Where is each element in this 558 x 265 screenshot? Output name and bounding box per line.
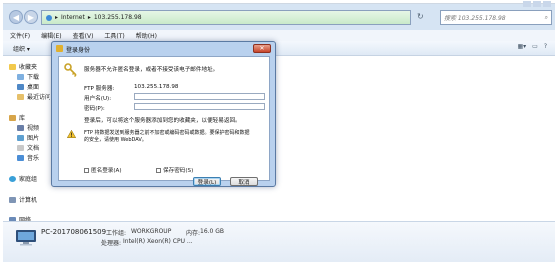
help-icon[interactable]: ? xyxy=(544,43,547,50)
checkbox-box[interactable] xyxy=(156,167,161,173)
address-bar[interactable]: ▸ Internet ▸ 103.255.178.98 xyxy=(41,10,411,25)
sidebar-item-desktop[interactable]: 桌面 xyxy=(17,82,39,91)
username-label: 用户名(U): xyxy=(84,96,112,102)
save-password-checkbox[interactable]: 保存密码(S) xyxy=(156,166,193,174)
password-label: 密码(P): xyxy=(84,106,105,112)
menu-bar: 文件(F) 编辑(E) 查看(V) 工具(T) 帮助(H) xyxy=(3,30,555,41)
sidebar-item-libraries[interactable]: 库 xyxy=(9,113,25,122)
star-icon xyxy=(9,63,16,70)
menu-edit[interactable]: 编辑(E) xyxy=(41,31,61,40)
sidebar-item-label: 计算机 xyxy=(19,197,38,204)
forward-button[interactable]: ▶ xyxy=(24,10,38,24)
processor-label: 处理器: xyxy=(101,240,122,247)
search-input[interactable]: 搜索 103.255.178.98 ⌕ xyxy=(440,10,552,25)
computer-icon xyxy=(9,196,16,203)
computer-name: PC-201708061509 xyxy=(41,228,107,236)
dialog-title: 登录身份 xyxy=(66,47,91,54)
sidebar-item-label: 收藏夹 xyxy=(19,64,38,71)
library-icon xyxy=(9,114,16,121)
password-input[interactable] xyxy=(134,103,265,110)
sidebar-item-favorites[interactable]: 收藏夹 xyxy=(9,62,37,71)
refresh-button[interactable]: ↻ xyxy=(417,12,424,21)
dialog-body: 服务器不允许匿名登录，或者不接受该电子邮件地址。 FTP 服务器: 103.25… xyxy=(58,56,270,186)
download-folder-icon xyxy=(17,73,24,80)
warning-text-line1: FTP 将数据发送到服务器之前不加密或编码密码或数据。要保护密码和数据 xyxy=(84,130,250,136)
homegroup-icon xyxy=(9,175,16,182)
checkbox-box[interactable] xyxy=(84,167,89,173)
close-window-button[interactable] xyxy=(543,1,551,7)
picture-icon xyxy=(17,134,24,141)
sidebar-item-homegroup[interactable]: 家庭组 xyxy=(9,174,37,183)
username-input[interactable] xyxy=(134,93,265,100)
save-password-label: 保存密码(S) xyxy=(163,168,194,174)
menu-help[interactable]: 帮助(H) xyxy=(136,31,157,40)
breadcrumb-server[interactable]: 103.255.178.98 xyxy=(94,14,142,21)
sidebar-item-label: 视频 xyxy=(27,125,40,132)
menu-view[interactable]: 查看(V) xyxy=(73,31,94,40)
sidebar-item-label: 图片 xyxy=(27,135,40,142)
menu-file[interactable]: 文件(F) xyxy=(10,31,30,40)
maximize-button[interactable] xyxy=(533,1,541,7)
sidebar-item-music[interactable]: 音乐 xyxy=(17,153,39,162)
minimize-button[interactable] xyxy=(523,1,531,7)
login-button[interactable]: 登录(L) xyxy=(193,177,221,186)
anonymous-label: 匿名登录(A) xyxy=(91,168,122,174)
recent-places-icon xyxy=(17,93,24,100)
globe-icon xyxy=(46,14,52,21)
desktop-icon xyxy=(17,83,24,90)
details-pane: PC-201708061509 工作组: WORKGROUP 内存: 16.0 … xyxy=(3,221,555,262)
key-icon xyxy=(64,63,77,77)
dialog-close-button[interactable]: ✕ xyxy=(253,44,271,53)
toolbar-right: ▦▾ ▭ ? xyxy=(517,43,547,50)
address-row: ◀ ▶ ▸ Internet ▸ 103.255.178.98 ↻ 搜索 103… xyxy=(3,1,555,30)
sidebar-item-label: 库 xyxy=(19,115,26,122)
search-icon[interactable]: ⌕ xyxy=(545,14,548,22)
sidebar-item-label: 下载 xyxy=(27,74,40,81)
sidebar-item-label: 家庭组 xyxy=(19,176,38,183)
memory-label: 内存: xyxy=(186,230,201,237)
sidebar-item-documents[interactable]: 文档 xyxy=(17,143,39,152)
warning-text-line2: 的安全，请使用 WebDAV。 xyxy=(84,137,147,143)
login-dialog: 登录身份 ✕ 服务器不允许匿名登录，或者不接受该电子邮件地址。 FTP 服务器:… xyxy=(51,41,276,187)
sidebar-item-label: 音乐 xyxy=(27,155,40,162)
view-options-icon[interactable]: ▦▾ xyxy=(517,43,526,50)
computer-icon xyxy=(16,230,36,246)
dialog-note-text: 登录后，可以将这个服务器添加到您的收藏夹，以便轻易返回。 xyxy=(84,118,241,124)
video-icon xyxy=(17,124,24,131)
sidebar-item-recent[interactable]: 最近访问 xyxy=(17,92,51,101)
memory-value: 16.0 GB xyxy=(200,228,225,235)
ftp-server-value: 103.255.178.98 xyxy=(134,84,179,90)
organize-button[interactable]: 组织 ▾ xyxy=(13,44,30,53)
sidebar-item-computer[interactable]: 计算机 xyxy=(9,195,37,204)
sidebar-item-pictures[interactable]: 图片 xyxy=(17,133,39,142)
breadcrumb-sep-icon: ▸ xyxy=(55,14,59,21)
warning-icon xyxy=(67,130,76,138)
window-controls xyxy=(523,1,551,7)
breadcrumb-internet[interactable]: Internet xyxy=(61,14,85,21)
sidebar-item-label: 文档 xyxy=(27,145,40,152)
anonymous-checkbox[interactable]: 匿名登录(A) xyxy=(84,166,122,174)
processor-value: Intel(R) Xeon(R) CPU ... xyxy=(123,238,193,245)
breadcrumb-sep-icon: ▸ xyxy=(87,14,91,21)
sidebar-item-downloads[interactable]: 下载 xyxy=(17,72,39,81)
domain-label: 工作组: xyxy=(106,230,127,237)
navigation-pane: 收藏夹 下载 桌面 最近访问 库 视频 图片 文档 音乐 家庭组 计算机 xyxy=(3,56,51,224)
sidebar-item-label: 最近访问 xyxy=(27,94,52,101)
cancel-button[interactable]: 取消 xyxy=(230,177,258,186)
document-icon xyxy=(17,144,24,151)
dialog-intro-text: 服务器不允许匿名登录，或者不接受该电子邮件地址。 xyxy=(84,67,219,73)
ftp-server-label: FTP 服务器: xyxy=(84,86,115,92)
preview-pane-icon[interactable]: ▭ xyxy=(532,43,538,50)
search-placeholder: 搜索 103.255.178.98 xyxy=(444,15,506,22)
back-button[interactable]: ◀ xyxy=(9,10,23,24)
menu-tools[interactable]: 工具(T) xyxy=(104,31,124,40)
sidebar-item-label: 桌面 xyxy=(27,84,40,91)
sidebar-item-videos[interactable]: 视频 xyxy=(17,123,39,132)
music-icon xyxy=(17,154,24,161)
domain-value: WORKGROUP xyxy=(131,228,172,235)
dialog-title-icon xyxy=(56,45,63,52)
